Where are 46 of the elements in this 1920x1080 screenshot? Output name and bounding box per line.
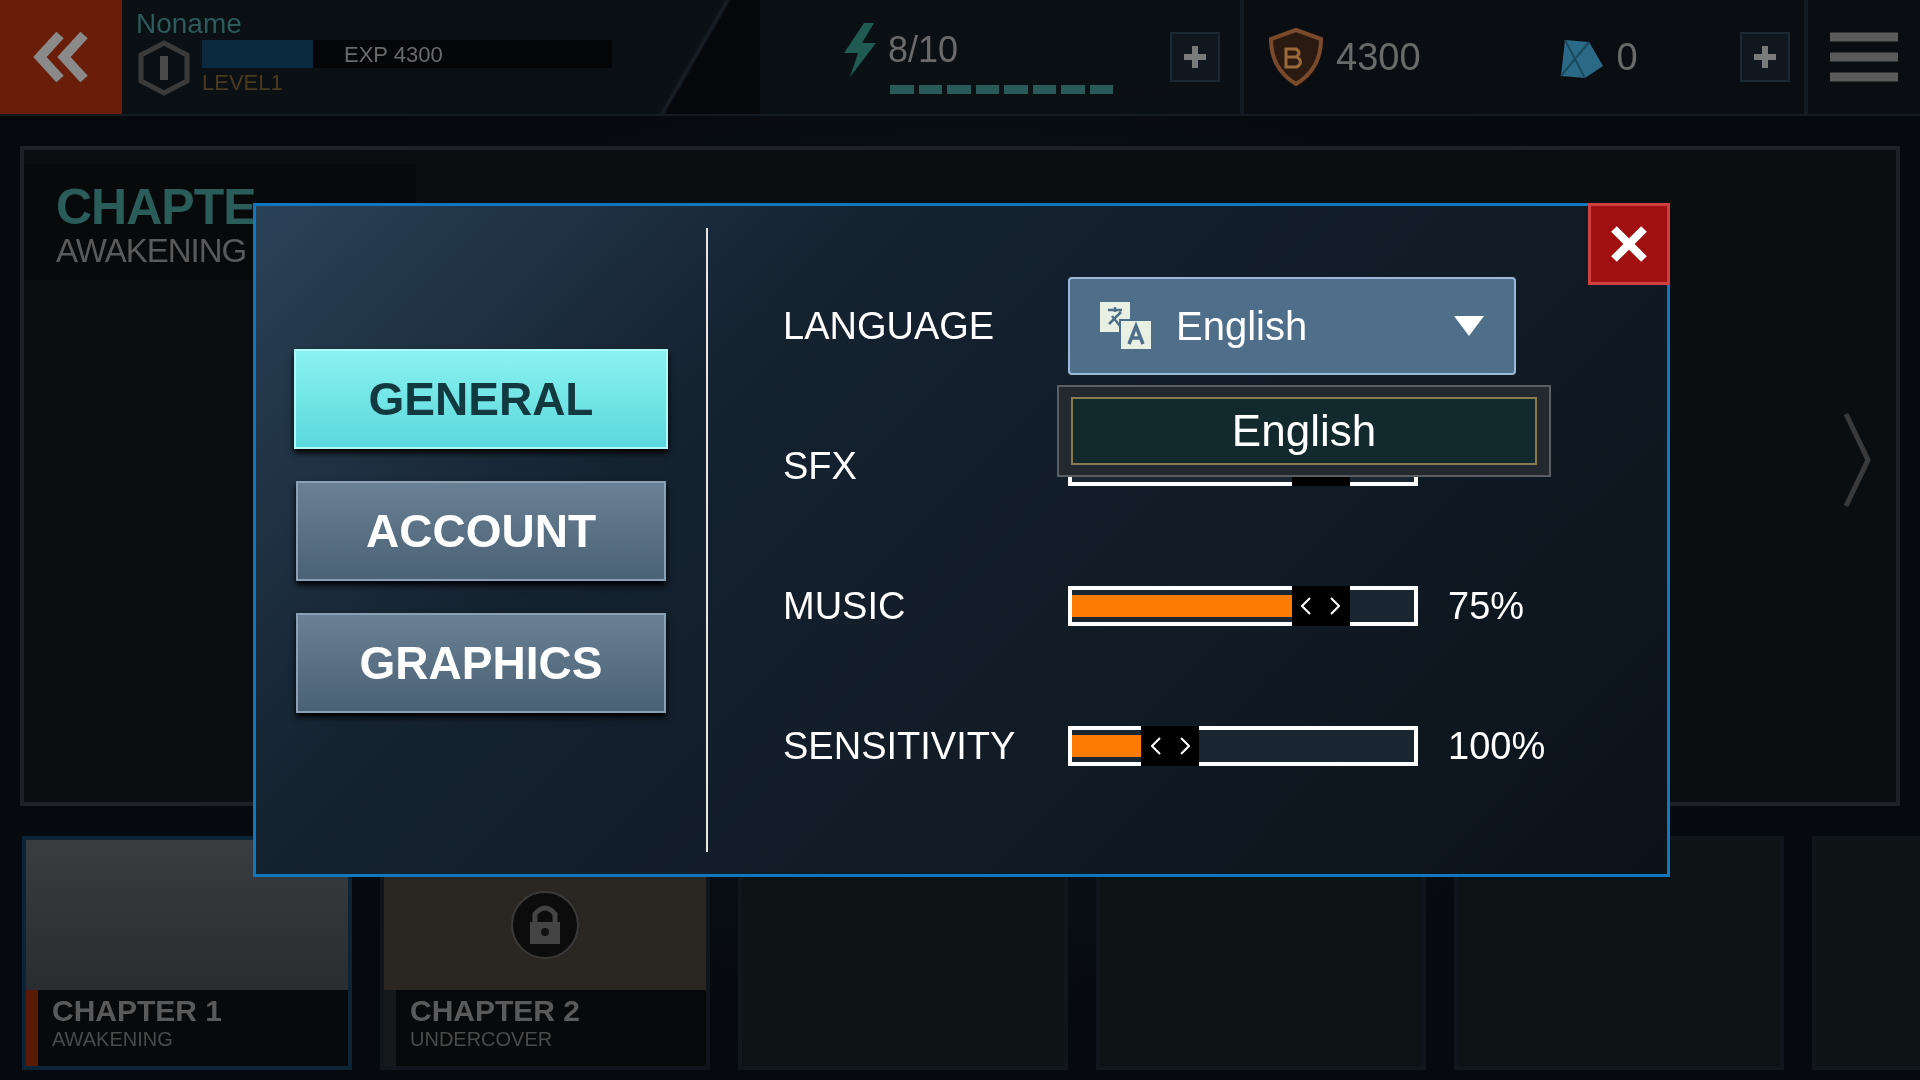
menu-icon <box>1830 32 1898 82</box>
setting-label: LANGUAGE <box>783 304 996 348</box>
menu-button[interactable] <box>1808 0 1920 114</box>
language-dropdown[interactable]: English <box>1068 277 1516 375</box>
setting-label: SENSITIVITY <box>783 724 1017 768</box>
slider-value: 100% <box>1448 724 1546 768</box>
slider-thumb[interactable] <box>1291 586 1350 626</box>
chapter-card[interactable]: CHAPTER 1 AWAKENING <box>22 836 352 1070</box>
slider-track[interactable] <box>1068 586 1418 626</box>
translate-icon <box>1100 302 1152 350</box>
chapter-title: CHAPTER 1 <box>52 994 223 1028</box>
caret-down-icon <box>1454 316 1484 336</box>
chapter-title: CHAPTER 2 <box>410 994 581 1028</box>
slider-value: 75% <box>1448 584 1525 628</box>
energy-count: 8/10 <box>888 28 959 71</box>
setting-label: MUSIC <box>783 584 907 628</box>
shield-icon <box>136 40 192 96</box>
add-gems-button[interactable] <box>1740 32 1790 82</box>
add-energy-button[interactable] <box>1170 32 1220 82</box>
currency-amount: 0 <box>1616 35 1638 79</box>
chapter-subtitle: UNDERCOVER <box>410 1028 554 1051</box>
plus-icon <box>1182 44 1208 70</box>
chevron-right-icon <box>1330 597 1341 615</box>
bp-shield-icon <box>1266 27 1326 87</box>
close-icon <box>1609 224 1649 264</box>
settings-tab[interactable]: GENERAL <box>294 349 668 449</box>
setting-label: SFX <box>783 444 858 488</box>
plus-icon <box>1752 44 1778 70</box>
settings-tab[interactable]: GRAPHICS <box>296 613 666 713</box>
slider-thumb[interactable] <box>1141 726 1200 766</box>
close-button[interactable] <box>1588 203 1670 285</box>
back-button[interactable] <box>0 0 122 114</box>
currency-amount: 4300 <box>1336 35 1421 79</box>
chapter-subtitle: AWAKENING <box>56 232 247 270</box>
player-level: LEVEL1 <box>202 70 284 96</box>
chevron-right-icon <box>1179 737 1190 755</box>
player-name: Noname <box>136 8 243 40</box>
slider-track[interactable] <box>1068 726 1418 766</box>
settings-tab[interactable]: ACCOUNT <box>296 481 666 581</box>
chevron-left-icon <box>1301 597 1312 615</box>
exp-label: EXP 4300 <box>344 42 443 68</box>
double-chevron-icon <box>32 31 90 83</box>
chevron-left-icon <box>1150 737 1161 755</box>
chapter-subtitle: AWAKENING <box>52 1028 174 1051</box>
chapter-heading: CHAPTE <box>56 182 256 232</box>
language-option[interactable]: English <box>1071 397 1537 465</box>
